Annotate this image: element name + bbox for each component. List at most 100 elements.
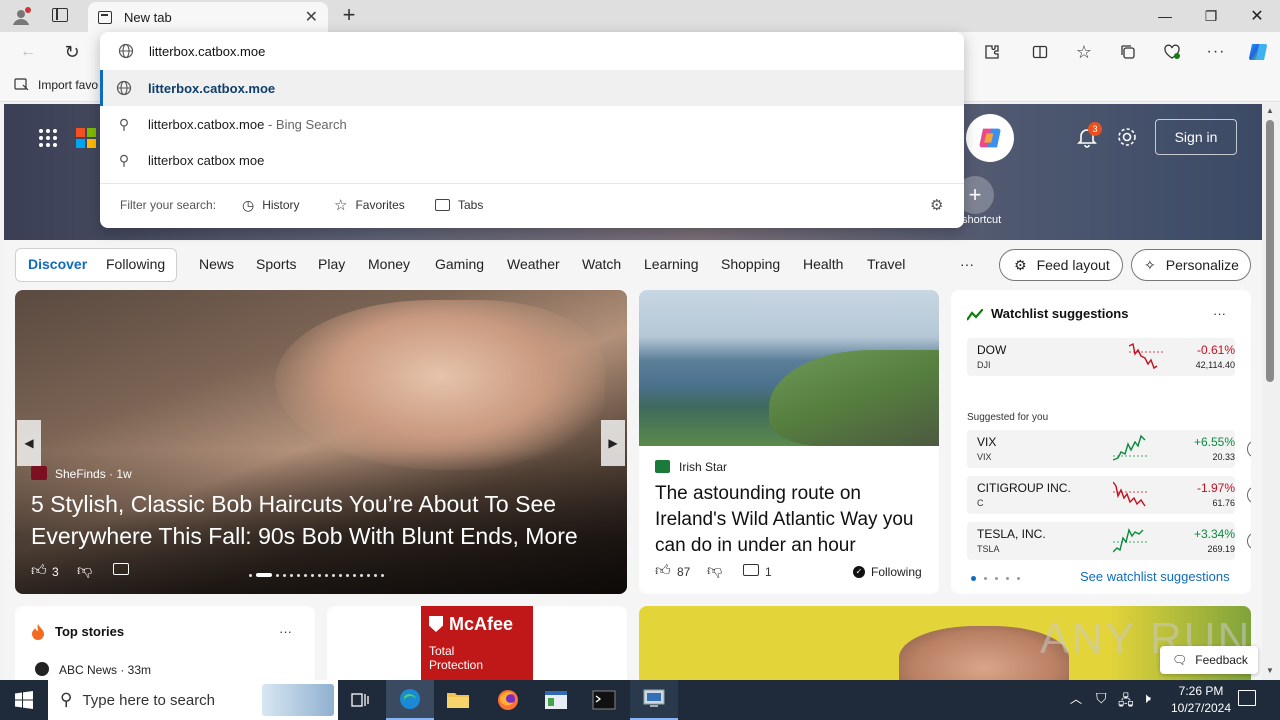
nav-category-watch[interactable]: Watch [582,256,621,272]
nav-category-gaming[interactable]: Gaming [435,256,484,272]
like-icon[interactable]: 👍︎ [655,562,671,580]
stock-row-vix[interactable]: VIX VIX +6.55% 20.33 + [967,430,1251,468]
watchlist-pagination-dots[interactable] [971,576,1020,581]
add-to-watchlist-button[interactable]: + [1247,532,1251,550]
profile-icon[interactable] [10,6,32,28]
carousel-next-button[interactable]: ▶ [601,420,625,466]
minimize-button[interactable]: — [1142,0,1188,32]
tab-actions-icon[interactable] [52,8,68,22]
scroll-up-arrow[interactable]: ▲ [1266,106,1274,115]
dislike-icon[interactable]: 👎︎ [707,562,722,580]
stock-row-tesla[interactable]: TESLA, INC. TSLA +3.34% 269.19 + [967,522,1251,560]
hero-article-title[interactable]: 5 Stylish, Classic Bob Haircuts You’re A… [31,488,621,552]
extensions-icon[interactable] [978,38,1006,66]
comment-icon[interactable] [113,563,129,575]
suggestion-settings-gear-icon[interactable]: ⚙ [930,192,943,218]
feed-layout-button[interactable]: ⚙ Feed layout [999,249,1123,281]
back-button[interactable]: ← [14,38,42,66]
suggestion-item-query[interactable]: ⚲ litterbox catbox moe [100,142,964,178]
restore-button[interactable]: ❐ [1188,0,1234,32]
taskbar-terminal-button[interactable] [580,680,628,720]
filter-favorites-button[interactable]: ☆ Favorites [334,192,405,218]
taskbar-edge-button[interactable] [386,680,434,720]
clock-time[interactable]: 7:26 PM [1166,684,1236,698]
settings-more-icon[interactable]: ··· [1202,38,1230,66]
personalize-button[interactable]: ✧ Personalize [1131,249,1251,281]
carousel-prev-button[interactable]: ◀ [17,420,41,466]
add-to-watchlist-button[interactable]: + [1247,440,1251,458]
suggestion-item-site[interactable]: litterbox.catbox.moe [100,70,964,106]
nav-category-news[interactable]: News [199,256,234,272]
tray-chevron-icon[interactable]: ︿ [1070,690,1082,707]
page-scrollbar[interactable]: ▲ ▼ [1262,104,1280,680]
second-article-title[interactable]: The astounding route on Ireland's Wild A… [655,481,927,559]
notification-center-icon[interactable] [1238,690,1256,706]
tab-new-tab[interactable]: New tab ✕ [88,2,328,32]
nav-category-money[interactable]: Money [368,256,410,272]
notifications-bell-icon[interactable]: 3 [1076,122,1102,150]
close-window-button[interactable]: ✕ [1234,0,1280,32]
tab-following[interactable]: Following [106,256,165,272]
copilot-button[interactable] [966,114,1014,162]
tab-discover[interactable]: Discover [28,256,87,272]
second-article-card[interactable]: Irish Star The astounding route on Irela… [639,290,939,594]
like-icon[interactable]: 👍︎ [31,562,47,580]
tray-volume-icon[interactable]: 🕨︎ [1142,690,1151,707]
nav-category-shopping[interactable]: Shopping [721,256,780,272]
address-bar[interactable] [100,32,964,70]
taskbar-firefox-button[interactable] [484,680,532,720]
taskbar-search[interactable]: ⚲ Type here to search [48,680,338,720]
tray-network-icon[interactable]: 🖧︎ [1118,690,1134,714]
refresh-button[interactable]: ↻ [58,38,86,66]
close-tab-icon[interactable]: ✕ [305,7,318,27]
clock-date[interactable]: 10/27/2024 [1166,701,1236,715]
watchlist-more-button[interactable]: ··· [1213,306,1226,321]
taskbar-remote-app-button[interactable] [630,680,678,720]
check-circle-icon: ✓ [853,566,865,578]
filter-history-button[interactable]: ◷ History [242,192,300,218]
nav-more-button[interactable]: ··· [960,256,974,272]
filter-tabs-button[interactable]: Tabs [435,192,483,218]
ad-brand: McAfee [449,614,514,634]
start-button[interactable] [0,680,48,720]
stock-row-citigroup[interactable]: CITIGROUP INC. C -1.97% 61.76 + [967,476,1251,514]
comment-icon[interactable] [743,564,759,576]
following-status[interactable]: ✓ Following [853,565,922,579]
suggestion-item-bing-search[interactable]: ⚲ litterbox.catbox.moe - Bing Search [100,106,964,142]
top-stories-more-button[interactable]: ··· [279,624,292,639]
stock-row-dow[interactable]: DOW DJI -0.61% 42,114.40 [967,338,1235,376]
hero-article-card[interactable]: ◀ ▶ SheFinds · 1w 5 Stylish, Classic Bob… [15,290,627,594]
nav-category-sports[interactable]: Sports [256,256,296,272]
nav-category-health[interactable]: Health [803,256,843,272]
add-to-watchlist-button[interactable]: + [1247,486,1251,504]
ad-card[interactable]: McAfee Total Protection [327,606,627,680]
taskbar-app-window-button[interactable] [532,680,580,720]
nav-category-weather[interactable]: Weather [507,256,560,272]
mcafee-ad-image: McAfee Total Protection [421,606,533,680]
import-favorites-item[interactable]: Import favo [14,78,98,92]
scrollbar-thumb[interactable] [1266,120,1274,382]
address-input[interactable] [149,43,849,59]
feedback-button[interactable]: 🗨︎ Feedback [1160,646,1258,674]
nav-category-play[interactable]: Play [318,256,345,272]
dislike-icon[interactable]: 👎︎ [77,562,92,580]
taskbar-explorer-button[interactable] [434,680,482,720]
nav-category-learning[interactable]: Learning [644,256,699,272]
apps-launcher-icon[interactable] [38,128,58,148]
scroll-down-arrow[interactable]: ▼ [1266,666,1274,675]
sign-in-button[interactable]: Sign in [1155,119,1237,155]
split-screen-icon[interactable] [1026,38,1054,66]
task-view-button[interactable] [336,680,384,720]
browser-essentials-icon[interactable] [1158,38,1186,66]
nav-category-travel[interactable]: Travel [867,256,905,272]
new-tab-button[interactable]: + [338,4,360,28]
favorites-star-icon[interactable]: ☆ [1070,38,1098,66]
see-watchlist-link[interactable]: See watchlist suggestions [1080,569,1230,584]
microsoft-logo-icon[interactable] [76,128,96,148]
copilot-icon[interactable] [1244,38,1272,66]
carousel-dots[interactable] [249,572,409,578]
page-settings-gear-icon[interactable] [1116,126,1138,148]
collections-icon[interactable] [1114,38,1142,66]
tray-security-icon[interactable]: ⛉ [1096,690,1107,707]
watchlist-title: Watchlist suggestions [991,306,1129,321]
